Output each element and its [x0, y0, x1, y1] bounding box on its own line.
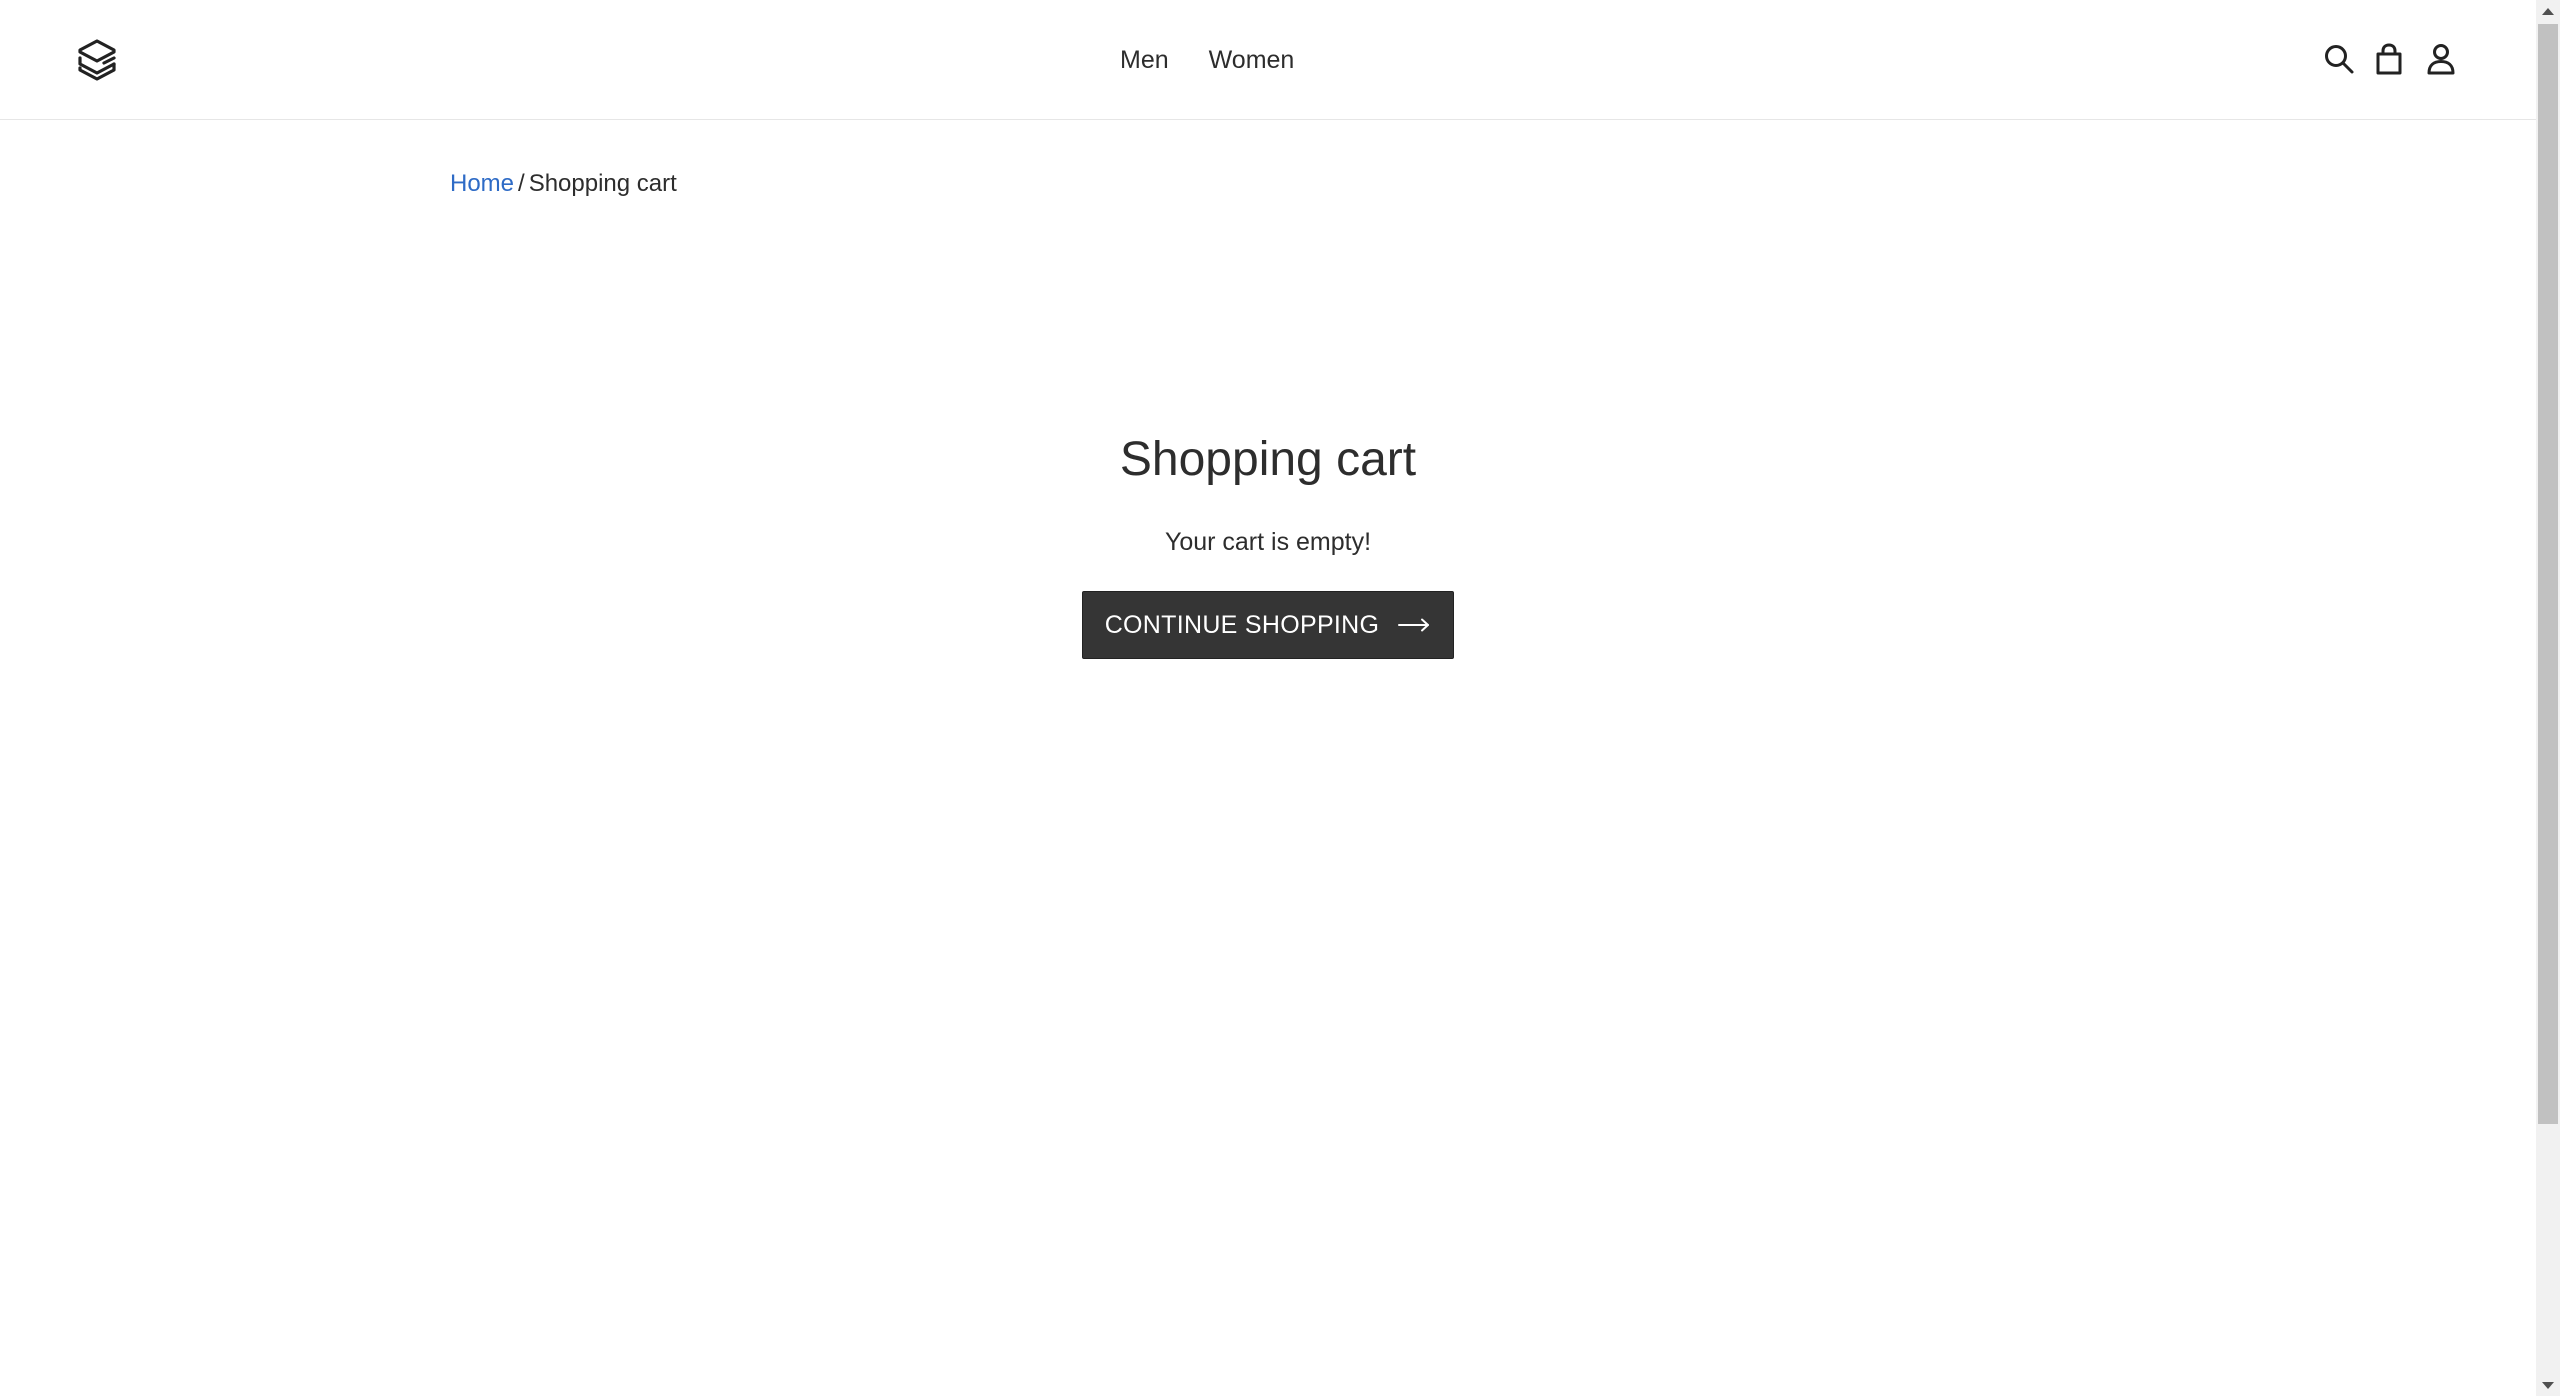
vertical-scrollbar[interactable]: [2536, 0, 2560, 1396]
breadcrumb-current: Shopping cart: [528, 170, 677, 197]
site-logo-icon[interactable]: [74, 37, 120, 83]
shopping-bag-icon[interactable]: [2372, 42, 2406, 76]
site-header: Men Women: [0, 0, 2536, 120]
scroll-up-arrow-icon[interactable]: [2536, 0, 2560, 22]
page: Men Women Home / Shopping cart Shopping ca…: [0, 0, 2536, 1396]
arrow-right-icon: [1397, 618, 1431, 632]
main-nav: Men Women: [1120, 0, 1294, 120]
search-icon[interactable]: [2322, 42, 2356, 76]
scroll-down-arrow-icon[interactable]: [2536, 1374, 2560, 1396]
scrollbar-thumb[interactable]: [2538, 24, 2558, 1124]
continue-shopping-button[interactable]: CONTINUE SHOPPING: [1082, 591, 1454, 659]
user-icon[interactable]: [2424, 42, 2458, 76]
nav-link-women[interactable]: Women: [1209, 47, 1295, 73]
nav-link-men[interactable]: Men: [1120, 47, 1169, 73]
continue-shopping-label: CONTINUE SHOPPING: [1104, 610, 1380, 639]
breadcrumb-separator: /: [518, 170, 525, 197]
breadcrumb: Home / Shopping cart: [450, 168, 677, 200]
breadcrumb-home-link[interactable]: Home: [450, 170, 514, 197]
empty-cart-message: Your cart is empty!: [1164, 528, 1372, 556]
page-title: Shopping cart: [1119, 433, 1417, 486]
